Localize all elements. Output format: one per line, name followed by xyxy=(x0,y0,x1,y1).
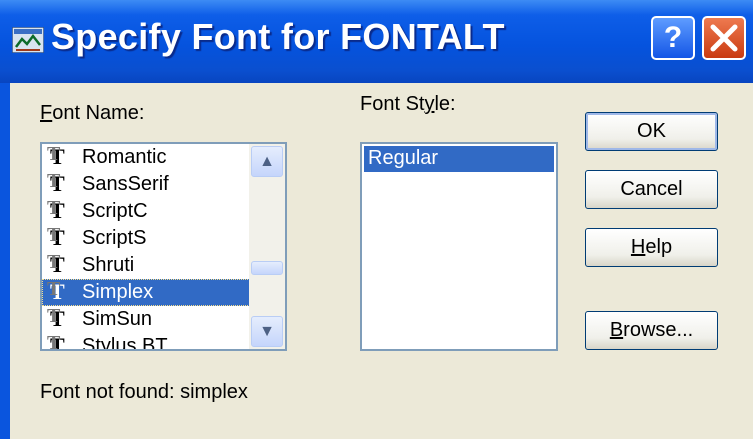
font-list-item-label: Stylus BT xyxy=(82,335,168,351)
dialog-title: Specify Font for FONTALT xyxy=(51,16,505,57)
font-list-item-label: Romantic xyxy=(82,146,167,168)
font-list-item[interactable]: T Romantic xyxy=(42,144,250,171)
app-icon xyxy=(12,27,44,53)
scrollbar-thumb[interactable] xyxy=(251,261,283,275)
font-name-list[interactable]: T Romantic T SansSerif T ScriptC T ScriptS T Shru… xyxy=(40,142,287,351)
font-style-item-regular[interactable]: Regular xyxy=(364,146,554,172)
scroll-up-button[interactable]: ▲ xyxy=(251,146,283,177)
font-list-item[interactable]: T Shruti xyxy=(42,250,250,279)
font-list-item-label: ScriptC xyxy=(82,200,148,222)
font-list-item-label: Shruti xyxy=(82,254,135,276)
font-list-item-label: SimSun xyxy=(82,308,153,330)
help-icon[interactable]: ? xyxy=(651,16,695,60)
font-style-label: Font Style: xyxy=(360,93,456,115)
truetype-font-icon: T xyxy=(47,169,65,196)
truetype-font-icon: T xyxy=(47,331,65,349)
font-list-item[interactable]: T ScriptC xyxy=(42,196,250,225)
browse-button[interactable]: Browse... xyxy=(585,311,718,350)
font-name-items: T Romantic T SansSerif T ScriptC T ScriptS T Shru… xyxy=(42,144,250,351)
font-list-item-label: Simplex xyxy=(82,281,154,303)
dialog-body: Font Name: TRomanticTSansSerifTScriptCTS… xyxy=(10,83,753,439)
scroll-down-button[interactable]: ▼ xyxy=(251,316,283,347)
truetype-font-icon: T xyxy=(47,223,65,250)
cancel-button[interactable]: Cancel xyxy=(585,170,718,209)
status-text: Font not found: simplex xyxy=(40,381,248,403)
truetype-font-icon: T xyxy=(47,277,65,304)
font-list-item[interactable]: T SansSerif xyxy=(42,169,250,198)
dialog-window: Specify Font for FONTALT ? Font Name: TR… xyxy=(0,0,753,439)
font-list-item-label: SansSerif xyxy=(82,173,169,195)
ok-button[interactable]: OK xyxy=(585,112,718,151)
font-list-item[interactable]: T ScriptS xyxy=(42,223,250,252)
truetype-font-icon: T xyxy=(47,250,65,277)
truetype-font-icon: T xyxy=(47,144,65,169)
font-list-item[interactable]: T Simplex xyxy=(42,277,250,306)
truetype-font-icon: T xyxy=(47,196,65,223)
font-style-list[interactable]: Regular xyxy=(360,142,558,351)
truetype-font-icon: T xyxy=(47,304,65,331)
title-bar[interactable]: Specify Font for FONTALT ? xyxy=(0,0,753,83)
font-list-item[interactable]: T SimSun xyxy=(42,304,250,333)
help-glyph: ? xyxy=(663,21,683,54)
font-list-item[interactable]: T Stylus BT xyxy=(42,331,250,351)
font-list-scrollbar[interactable]: ▲ ▼ xyxy=(249,144,285,349)
font-list-item-label: ScriptS xyxy=(82,227,147,249)
close-x-icon xyxy=(710,24,738,52)
close-icon[interactable] xyxy=(702,16,746,60)
font-name-label: Font Name: xyxy=(40,102,145,124)
help-button[interactable]: Help xyxy=(585,228,718,267)
